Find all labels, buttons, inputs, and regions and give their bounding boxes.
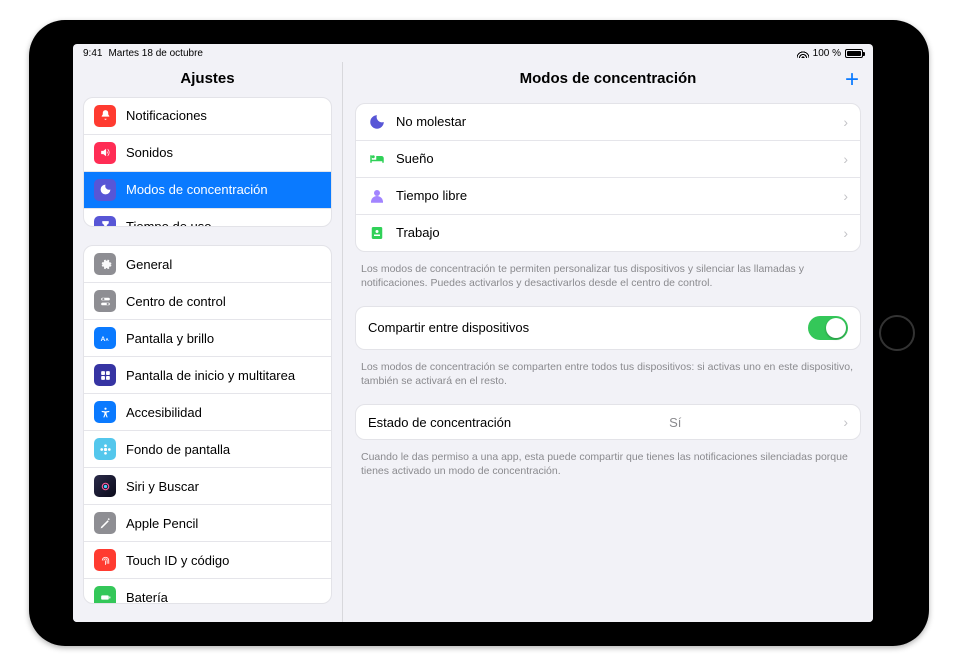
pencil-icon <box>94 512 116 534</box>
fingerprint-icon <box>94 549 116 571</box>
sidebar-item-control-center[interactable]: Centro de control <box>84 282 331 319</box>
sidebar-item-label: General <box>126 257 172 272</box>
sidebar-item-label: Batería <box>126 590 168 604</box>
status-date: Martes 18 de octubre <box>108 48 203 59</box>
sidebar-item-display[interactable]: AA Pantalla y brillo <box>84 319 331 356</box>
sidebar-item-label: Touch ID y código <box>126 553 229 568</box>
sidebar-item-pencil[interactable]: Apple Pencil <box>84 504 331 541</box>
sidebar-group-1: Notificaciones Sonidos Modos de concentr… <box>83 97 332 228</box>
share-footer: Los modos de concentración se comparten … <box>343 354 873 398</box>
sidebar-item-label: Pantalla de inicio y multitarea <box>126 368 295 383</box>
sidebar-item-label: Siri y Buscar <box>126 479 199 494</box>
sidebar-item-touchid[interactable]: Touch ID y código <box>84 541 331 578</box>
share-label: Compartir entre dispositivos <box>368 320 529 335</box>
sidebar-item-label: Sonidos <box>126 145 173 160</box>
focus-modes-footer: Los modos de concentración te permiten p… <box>343 256 873 300</box>
share-toggle[interactable] <box>808 316 848 340</box>
detail-title: Modos de concentración <box>520 70 697 87</box>
hourglass-icon <box>94 216 116 228</box>
sidebar-item-screentime[interactable]: Tiempo de uso <box>84 208 331 228</box>
chevron-right-icon: › <box>843 414 848 430</box>
battery-icon <box>845 49 863 58</box>
status-group: Estado de concentración Sí › <box>355 404 861 440</box>
detail-header: Modos de concentración + <box>343 62 873 97</box>
gear-icon <box>94 253 116 275</box>
sidebar-item-battery[interactable]: Batería <box>84 578 331 603</box>
chevron-right-icon: › <box>843 151 848 167</box>
ipad-device: 9:41 Martes 18 de octubre 100 % Ajustes <box>29 20 929 646</box>
home-button[interactable] <box>879 315 915 351</box>
focus-mode-work[interactable]: Trabajo › <box>356 214 860 251</box>
focus-status-label: Estado de concentración <box>368 415 511 430</box>
badge-icon <box>368 224 386 242</box>
sidebar-title: Ajustes <box>73 62 342 97</box>
sidebar-item-label: Centro de control <box>126 294 226 309</box>
sidebar-item-label: Notificaciones <box>126 108 207 123</box>
person-icon <box>368 187 386 205</box>
sidebar-item-accessibility[interactable]: Accesibilidad <box>84 393 331 430</box>
status-bar: 9:41 Martes 18 de octubre 100 % <box>73 44 873 62</box>
screen: 9:41 Martes 18 de octubre 100 % Ajustes <box>73 44 873 622</box>
focus-mode-label: Sueño <box>396 151 434 166</box>
focus-status-row[interactable]: Estado de concentración Sí › <box>356 405 860 439</box>
status-footer: Cuando le das permiso a una app, esta pu… <box>343 444 873 488</box>
add-focus-button[interactable]: + <box>845 68 859 92</box>
battery-icon <box>94 586 116 603</box>
wifi-icon <box>797 49 809 58</box>
bell-icon <box>94 105 116 127</box>
moon-icon <box>368 113 386 131</box>
svg-text:A: A <box>105 337 109 342</box>
chevron-right-icon: › <box>843 114 848 130</box>
share-across-devices-row[interactable]: Compartir entre dispositivos <box>356 307 860 349</box>
svg-text:A: A <box>100 336 105 343</box>
sidebar-item-label: Accesibilidad <box>126 405 202 420</box>
sidebar-item-notifications[interactable]: Notificaciones <box>84 98 331 134</box>
status-time: 9:41 <box>83 48 102 59</box>
focus-mode-dnd[interactable]: No molestar › <box>356 104 860 140</box>
sidebar-item-label: Apple Pencil <box>126 516 198 531</box>
focus-mode-sleep[interactable]: Sueño › <box>356 140 860 177</box>
sidebar-item-home-screen[interactable]: Pantalla de inicio y multitarea <box>84 356 331 393</box>
speaker-icon <box>94 142 116 164</box>
focus-mode-label: Tiempo libre <box>396 188 467 203</box>
sidebar-item-label: Tiempo de uso <box>126 219 212 227</box>
siri-icon <box>94 475 116 497</box>
focus-mode-personal[interactable]: Tiempo libre › <box>356 177 860 214</box>
sidebar-item-wallpaper[interactable]: Fondo de pantalla <box>84 430 331 467</box>
chevron-right-icon: › <box>843 225 848 241</box>
focus-mode-label: No molestar <box>396 114 466 129</box>
sidebar-item-label: Fondo de pantalla <box>126 442 230 457</box>
sidebar-item-siri[interactable]: Siri y Buscar <box>84 467 331 504</box>
battery-text: 100 % <box>813 48 841 59</box>
share-group: Compartir entre dispositivos <box>355 306 861 350</box>
text-size-icon: AA <box>94 327 116 349</box>
focus-status-value: Sí <box>669 415 681 430</box>
flower-icon <box>94 438 116 460</box>
detail-pane: Modos de concentración + No molestar › S… <box>343 62 873 622</box>
focus-modes-list: No molestar › Sueño › Tiempo libre › <box>355 103 861 252</box>
toggles-icon <box>94 290 116 312</box>
sidebar-item-label: Modos de concentración <box>126 182 268 197</box>
grid-icon <box>94 364 116 386</box>
sidebar-item-sounds[interactable]: Sonidos <box>84 134 331 171</box>
bed-icon <box>368 150 386 168</box>
sidebar-group-2: General Centro de control AA Pantalla y … <box>83 245 332 603</box>
settings-sidebar: Ajustes Notificaciones Sonidos <box>73 62 343 622</box>
sidebar-item-focus[interactable]: Modos de concentración <box>84 171 331 208</box>
sidebar-item-general[interactable]: General <box>84 246 331 282</box>
accessibility-icon <box>94 401 116 423</box>
moon-icon <box>94 179 116 201</box>
focus-mode-label: Trabajo <box>396 225 440 240</box>
chevron-right-icon: › <box>843 188 848 204</box>
sidebar-item-label: Pantalla y brillo <box>126 331 214 346</box>
